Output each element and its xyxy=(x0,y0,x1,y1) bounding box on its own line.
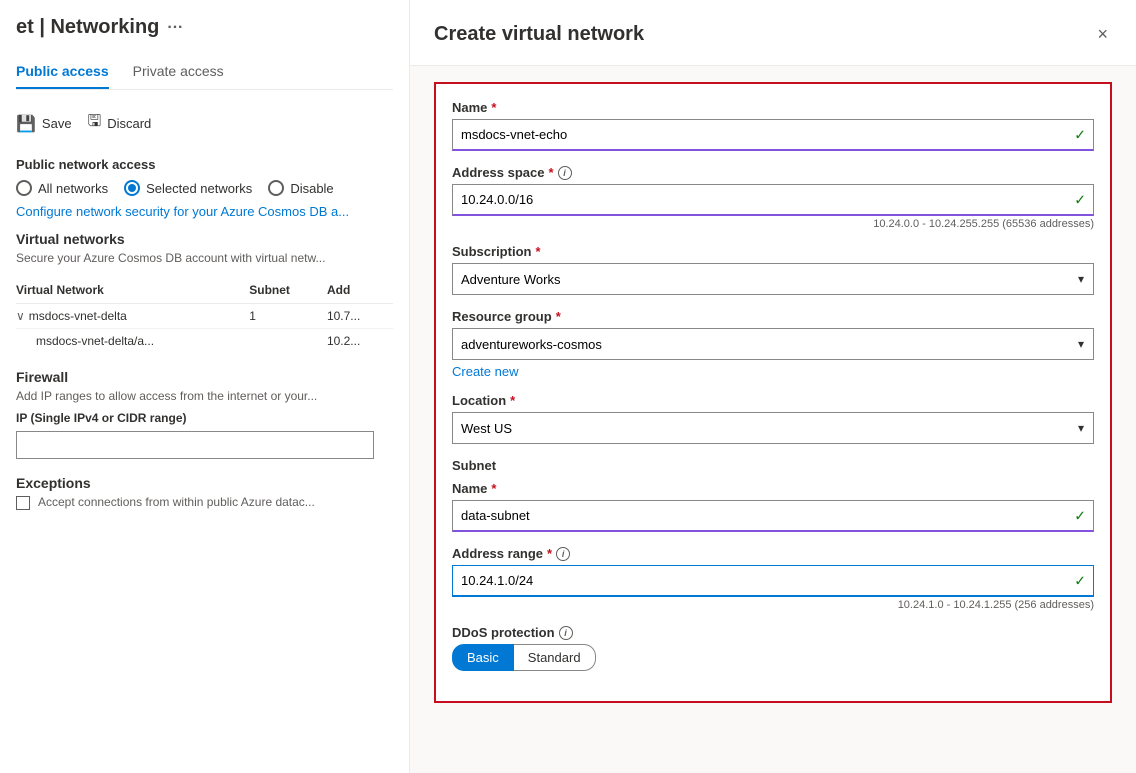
ddos-toggle-group: Basic Standard xyxy=(452,644,1094,671)
table-row: msdocs-vnet-delta/a... 10.2... xyxy=(16,329,393,354)
save-button[interactable]: 💾 Save xyxy=(16,110,72,138)
subscription-field: Subscription * Adventure Works ▾ xyxy=(452,244,1094,295)
required-star: * xyxy=(491,100,496,115)
exceptions-title: Exceptions xyxy=(16,475,393,491)
resource-group-select-wrapper: adventureworks-cosmos ▾ xyxy=(452,328,1094,360)
location-select[interactable]: West US xyxy=(452,412,1094,444)
address-space-input-wrapper: ✓ xyxy=(452,184,1094,216)
ddos-protection-label: DDoS protection i xyxy=(452,625,1094,640)
name-field: Name * ✓ xyxy=(452,100,1094,151)
ip-input[interactable] xyxy=(16,431,374,459)
subnet-name-label: Name * xyxy=(452,481,1094,496)
subnet-address-range-label: Address range * i xyxy=(452,546,1094,561)
flyout-panel: Create virtual network × Name * ✓ Addres… xyxy=(410,0,1136,773)
ellipsis-menu[interactable]: ··· xyxy=(167,19,183,37)
subnet-address-range-input[interactable] xyxy=(452,565,1094,597)
col-subnet: Subnet xyxy=(249,277,327,304)
ddos-protection-field: DDoS protection i Basic Standard xyxy=(452,625,1094,671)
required-star-7: * xyxy=(547,546,552,561)
name-checkmark: ✓ xyxy=(1074,127,1086,144)
radio-circle-selected xyxy=(124,180,140,196)
tab-private-access[interactable]: Private access xyxy=(133,55,224,89)
radio-selected-networks[interactable]: Selected networks xyxy=(124,180,252,196)
discard-icon: 🖫 xyxy=(88,110,102,137)
location-field: Location * West US ▾ xyxy=(452,393,1094,444)
ddos-info-icon[interactable]: i xyxy=(559,626,573,640)
radio-all-networks[interactable]: All networks xyxy=(16,180,108,196)
subnet-address-range-input-wrapper: ✓ xyxy=(452,565,1094,597)
location-label: Location * xyxy=(452,393,1094,408)
tab-public-access[interactable]: Public access xyxy=(16,55,109,89)
required-star-6: * xyxy=(491,481,496,496)
address-space-field: Address space * i ✓ 10.24.0.0 - 10.24.25… xyxy=(452,165,1094,230)
subnet-header: Subnet xyxy=(452,458,1094,473)
exceptions-check: Accept connections from within public Az… xyxy=(16,495,393,510)
radio-circle-disable xyxy=(268,180,284,196)
subnet-address-range-checkmark: ✓ xyxy=(1074,573,1086,590)
name-input[interactable] xyxy=(452,119,1094,151)
vnet-section-title: Virtual networks xyxy=(16,231,393,247)
address-space-input[interactable] xyxy=(452,184,1094,216)
close-button[interactable]: × xyxy=(1093,20,1112,49)
address-range-info-icon[interactable]: i xyxy=(556,547,570,561)
subscription-label: Subscription * xyxy=(452,244,1094,259)
subnet-name-field: Name * ✓ xyxy=(452,481,1094,532)
location-select-wrapper: West US ▾ xyxy=(452,412,1094,444)
vnet-table: Virtual Network Subnet Add ∨msdocs-vnet-… xyxy=(16,277,393,353)
col-virtual-network: Virtual Network xyxy=(16,277,249,304)
configure-link[interactable]: Configure network security for your Azur… xyxy=(16,204,349,219)
resource-group-label: Resource group * xyxy=(452,309,1094,324)
firewall-title: Firewall xyxy=(16,369,393,385)
address-space-label: Address space * i xyxy=(452,165,1094,180)
name-label: Name * xyxy=(452,100,1094,115)
flyout-body: Name * ✓ Address space * i ✓ xyxy=(410,66,1136,773)
radio-circle-all xyxy=(16,180,32,196)
subnet-address-range-field: Address range * i ✓ 10.24.1.0 - 10.24.1.… xyxy=(452,546,1094,611)
save-icon: 💾 xyxy=(16,114,36,134)
resource-group-field: Resource group * adventureworks-cosmos ▾… xyxy=(452,309,1094,379)
address-space-info-icon[interactable]: i xyxy=(558,166,572,180)
table-row: ∨msdocs-vnet-delta 1 10.7... xyxy=(16,304,393,329)
tab-bar: Public access Private access xyxy=(16,55,393,90)
expand-icon[interactable]: ∨ xyxy=(16,309,25,323)
network-access-radio-group: All networks Selected networks Disable xyxy=(16,180,393,196)
required-star-2: * xyxy=(549,165,554,180)
required-star-3: * xyxy=(535,244,540,259)
ddos-standard-button[interactable]: Standard xyxy=(514,644,596,671)
exceptions-checkbox[interactable] xyxy=(16,496,30,510)
subscription-select-wrapper: Adventure Works ▾ xyxy=(452,263,1094,295)
subscription-select[interactable]: Adventure Works xyxy=(452,263,1094,295)
left-panel: et | Networking ··· Public access Privat… xyxy=(0,0,410,773)
subnet-name-input-wrapper: ✓ xyxy=(452,500,1094,532)
col-addr: Add xyxy=(327,277,393,304)
firewall-section: Firewall Add IP ranges to allow access f… xyxy=(16,369,393,459)
ip-label: IP (Single IPv4 or CIDR range) xyxy=(16,411,393,425)
subnet-address-range-hint: 10.24.1.0 - 10.24.1.255 (256 addresses) xyxy=(452,599,1094,611)
subnet-name-checkmark: ✓ xyxy=(1074,508,1086,525)
radio-disable[interactable]: Disable xyxy=(268,180,333,196)
name-input-wrapper: ✓ xyxy=(452,119,1094,151)
address-space-checkmark: ✓ xyxy=(1074,192,1086,209)
subnet-section: Subnet Name * ✓ Address range xyxy=(452,458,1094,611)
required-star-5: * xyxy=(510,393,515,408)
flyout-header: Create virtual network × xyxy=(410,0,1136,66)
vnet-section-desc: Secure your Azure Cosmos DB account with… xyxy=(16,251,393,265)
required-star-4: * xyxy=(556,309,561,324)
firewall-desc: Add IP ranges to allow access from the i… xyxy=(16,389,393,403)
resource-group-select[interactable]: adventureworks-cosmos xyxy=(452,328,1094,360)
network-access-label: Public network access xyxy=(16,157,393,172)
create-new-link[interactable]: Create new xyxy=(452,364,518,379)
address-space-hint: 10.24.0.0 - 10.24.255.255 (65536 address… xyxy=(452,218,1094,230)
subnet-name-input[interactable] xyxy=(452,500,1094,532)
flyout-title: Create virtual network xyxy=(434,23,644,46)
exceptions-section: Exceptions Accept connections from withi… xyxy=(16,475,393,510)
ddos-basic-button[interactable]: Basic xyxy=(452,644,514,671)
toolbar: 💾 Save 🖫 Discard xyxy=(16,106,393,141)
form-section: Name * ✓ Address space * i ✓ xyxy=(434,82,1112,703)
page-title: et | Networking ··· xyxy=(16,16,393,39)
discard-button[interactable]: 🖫 Discard xyxy=(88,106,152,141)
